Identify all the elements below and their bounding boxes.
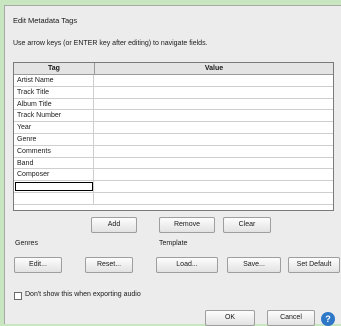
table-row[interactable]: Album Title	[14, 98, 333, 111]
template-label: Template	[159, 240, 188, 247]
value-cell[interactable]	[94, 181, 333, 192]
reset-genres-button[interactable]: Reset...	[85, 257, 133, 273]
value-cell[interactable]	[94, 75, 333, 86]
table-row[interactable]: Composer	[14, 169, 333, 182]
dialog-title: Edit Metadata Tags	[13, 16, 78, 25]
table-row[interactable]	[14, 192, 333, 205]
table-row[interactable]: Comments	[14, 145, 333, 158]
table-row[interactable]: Band	[14, 157, 333, 170]
value-cell[interactable]	[94, 158, 333, 169]
genres-label: Genres	[15, 240, 38, 247]
table-row-selected[interactable]	[14, 181, 333, 193]
table-row[interactable]: Track Title	[14, 86, 333, 99]
value-cell[interactable]	[94, 134, 333, 145]
clear-button[interactable]: Clear	[223, 217, 271, 233]
value-cell[interactable]	[94, 169, 333, 180]
value-cell[interactable]	[94, 146, 333, 157]
dont-show-checkbox[interactable]	[14, 292, 22, 300]
tag-cell[interactable]: Genre	[14, 133, 94, 145]
tag-cell[interactable]: Band	[14, 157, 94, 169]
tag-cell[interactable]: Composer	[14, 169, 94, 181]
tag-cell-focused[interactable]	[14, 181, 94, 192]
navigation-hint: Use arrow keys (or ENTER key after editi…	[13, 40, 208, 47]
tag-cell[interactable]	[14, 192, 94, 204]
dont-show-checkbox-label[interactable]: Don't show this when exporting audio	[25, 291, 141, 298]
value-column-header[interactable]: Value	[95, 63, 333, 74]
tag-cell[interactable]: Track Title	[14, 86, 94, 98]
grid-header: Tag Value	[14, 63, 333, 75]
remove-button[interactable]: Remove	[159, 217, 215, 233]
value-cell[interactable]	[94, 99, 333, 110]
save-template-button[interactable]: Save...	[227, 257, 281, 273]
set-default-button[interactable]: Set Default	[288, 257, 340, 273]
table-row[interactable]: Track Number	[14, 110, 333, 123]
tag-column-header[interactable]: Tag	[14, 63, 95, 74]
add-button[interactable]: Add	[91, 217, 137, 233]
value-cell[interactable]	[94, 193, 333, 204]
edit-genres-button[interactable]: Edit...	[14, 257, 62, 273]
tag-cell[interactable]: Year	[14, 122, 94, 133]
load-template-button[interactable]: Load...	[156, 257, 218, 273]
tag-cell[interactable]: Album Title	[14, 98, 94, 110]
value-cell[interactable]	[94, 110, 333, 121]
tag-cell[interactable]: Comments	[14, 145, 94, 157]
edit-metadata-dialog: Edit Metadata Tags Use arrow keys (or EN…	[4, 5, 341, 326]
value-cell[interactable]	[94, 122, 333, 133]
value-cell[interactable]	[94, 87, 333, 98]
table-row[interactable]: Year	[14, 122, 333, 134]
table-row[interactable]: Artist Name	[14, 75, 333, 87]
table-row[interactable]: Genre	[14, 133, 333, 146]
tag-cell[interactable]: Track Number	[14, 110, 94, 122]
tag-cell[interactable]: Artist Name	[14, 75, 94, 86]
metadata-grid: Tag Value Artist Name Track Title Album …	[13, 62, 334, 211]
